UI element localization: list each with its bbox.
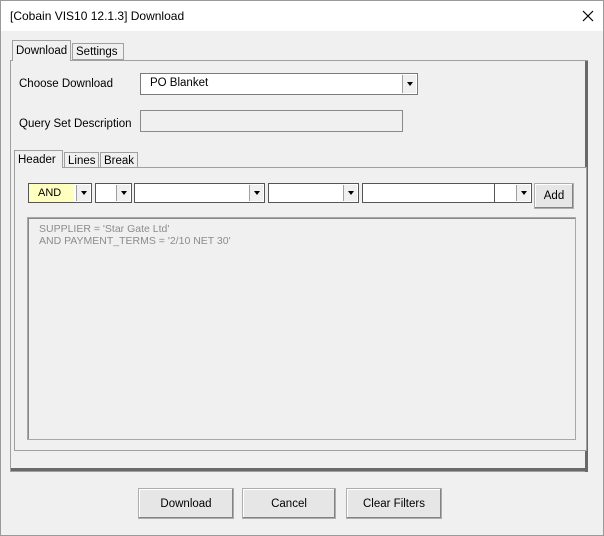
- close-paren-select[interactable]: [494, 183, 532, 203]
- download-button-label: Download: [160, 497, 212, 510]
- tab-download-label: Download: [16, 45, 68, 57]
- operator-dropdown-button[interactable]: [343, 185, 357, 201]
- query-line: AND PAYMENT_TERMS = '2/10 NET 30': [39, 235, 231, 247]
- close-paren-dropdown-button[interactable]: [516, 185, 530, 201]
- chevron-down-icon: [253, 191, 260, 195]
- tab-break-label: Break: [104, 155, 135, 167]
- tab-download[interactable]: Download: [12, 40, 71, 61]
- open-paren-dropdown-button[interactable]: [116, 185, 130, 201]
- choose-download-value: PO Blanket: [150, 77, 209, 89]
- window-title: [Cobain VIS10 12.1.3] Download: [10, 9, 185, 23]
- chevron-down-icon: [347, 191, 354, 195]
- clear-filters-button-label: Clear Filters: [363, 497, 425, 510]
- tab-header[interactable]: Header: [14, 150, 63, 168]
- chevron-down-icon: [80, 191, 87, 195]
- cancel-button-label: Cancel: [271, 497, 307, 510]
- operator-select[interactable]: [268, 183, 359, 203]
- chevron-down-icon: [120, 191, 127, 195]
- tab-settings-label: Settings: [76, 46, 118, 58]
- close-button[interactable]: [573, 1, 603, 31]
- chevron-down-icon: [406, 82, 413, 86]
- cancel-button[interactable]: Cancel: [242, 488, 336, 519]
- query-line: SUPPLIER = 'Star Gate Ltd': [39, 223, 170, 235]
- tab-break[interactable]: Break: [100, 152, 138, 168]
- field-dropdown-button[interactable]: [249, 185, 263, 201]
- chevron-down-icon: [520, 191, 527, 195]
- query-set-description-input[interactable]: [140, 110, 403, 132]
- download-dialog: [Cobain VIS10 12.1.3] Download Download …: [0, 0, 604, 536]
- choose-download-label: Choose Download: [19, 78, 113, 90]
- value-input[interactable]: [362, 183, 495, 203]
- conjunction-value: AND: [29, 184, 74, 202]
- field-select[interactable]: [134, 183, 265, 203]
- conjunction-dropdown-button[interactable]: [76, 185, 90, 201]
- close-icon: [582, 10, 594, 22]
- tab-lines[interactable]: Lines: [64, 152, 99, 168]
- title-bar: [Cobain VIS10 12.1.3] Download: [1, 1, 603, 31]
- clear-filters-button[interactable]: Clear Filters: [346, 488, 442, 519]
- query-text-area[interactable]: SUPPLIER = 'Star Gate Ltd' AND PAYMENT_T…: [27, 217, 576, 440]
- tab-settings[interactable]: Settings: [72, 43, 124, 60]
- query-set-description-label: Query Set Description: [19, 118, 132, 130]
- open-paren-select[interactable]: [95, 183, 132, 203]
- choose-download-select[interactable]: PO Blanket: [140, 73, 418, 95]
- add-button-label: Add: [543, 190, 565, 202]
- tab-lines-label: Lines: [68, 155, 96, 167]
- tab-header-label: Header: [18, 154, 56, 166]
- download-button[interactable]: Download: [138, 488, 234, 519]
- choose-download-dropdown-button[interactable]: [402, 75, 416, 93]
- add-button[interactable]: Add: [534, 183, 574, 209]
